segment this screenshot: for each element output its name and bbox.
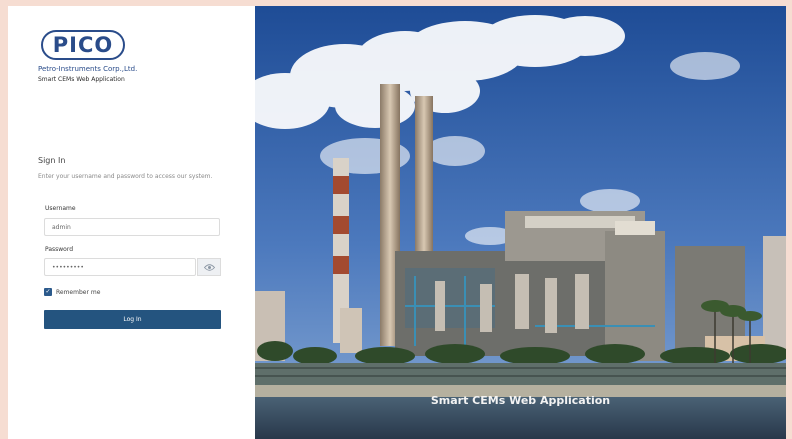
- signin-title: Sign In: [38, 156, 66, 165]
- hero-caption: Smart CEMs Web Application: [430, 394, 611, 407]
- company-name: Petro-Instruments Corp.,Ltd.: [38, 65, 138, 73]
- eye-icon: [203, 263, 215, 271]
- login-page: PICO Petro-Instruments Corp.,Ltd. Smart …: [8, 6, 786, 439]
- login-button[interactable]: Log In: [44, 310, 221, 329]
- login-panel: PICO Petro-Instruments Corp.,Ltd. Smart …: [8, 6, 255, 439]
- remember-label: Remember me: [56, 288, 101, 296]
- logo-text: PICO: [41, 30, 125, 60]
- power-plant-image: [255, 6, 786, 439]
- username-field[interactable]: admin: [44, 218, 220, 236]
- password-toggle-button[interactable]: [197, 258, 221, 276]
- remember-me[interactable]: ✓ Remember me: [44, 288, 100, 296]
- app-subtitle: Smart CEMs Web Application: [38, 76, 125, 83]
- pico-logo: PICO: [41, 30, 125, 60]
- remember-checkbox[interactable]: ✓: [44, 288, 52, 296]
- checkmark-icon: ✓: [45, 288, 51, 295]
- signin-description: Enter your username and password to acce…: [38, 173, 213, 180]
- username-label: Username: [45, 205, 76, 212]
- password-label: Password: [45, 246, 74, 253]
- password-field[interactable]: •••••••••: [44, 258, 196, 276]
- hero-panel: Smart CEMs Web Application: [255, 6, 786, 439]
